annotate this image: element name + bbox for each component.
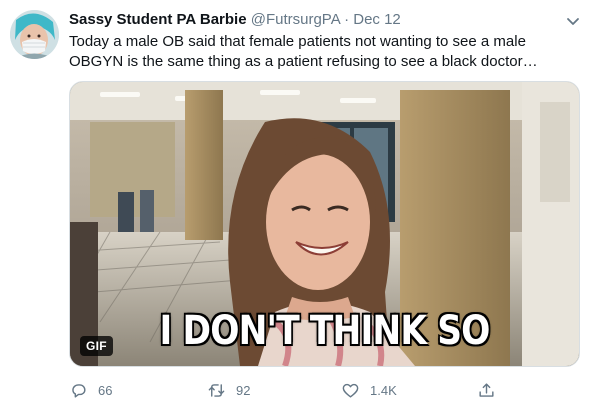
reply-icon	[72, 383, 86, 398]
like-button[interactable]: 1.4K	[341, 378, 397, 402]
user-handle[interactable]: @FutrsurgPA	[251, 11, 340, 28]
gif-badge: GIF	[80, 336, 113, 356]
retweet-icon	[208, 383, 225, 397]
display-name[interactable]: Sassy Student PA Barbie	[69, 11, 247, 28]
reply-count: 66	[98, 382, 113, 398]
reply-button[interactable]: 66	[69, 378, 112, 402]
tweet-text: Today a male OB said that female patient…	[69, 33, 538, 70]
like-count: 1.4K	[370, 382, 397, 398]
retweet-button[interactable]: 92	[207, 378, 250, 402]
heart-icon	[342, 383, 359, 398]
share-icon	[479, 382, 494, 397]
tweet-date[interactable]: Dec 12	[353, 11, 401, 28]
share-button[interactable]	[477, 378, 506, 402]
avatar[interactable]	[10, 10, 59, 59]
tweet-actions: 66 92 1.4K	[69, 378, 579, 402]
chevron-down-icon[interactable]	[565, 13, 581, 29]
gif-caption: I DON'T THINK SO	[159, 308, 490, 354]
tweet-header: Sassy Student PA Barbie @FutrsurgPA · De…	[69, 10, 565, 30]
tweet[interactable]: Sassy Student PA Barbie @FutrsurgPA · De…	[0, 0, 595, 409]
gif-media[interactable]: I DON'T THINK SO GIF	[69, 81, 580, 367]
separator-dot: ·	[344, 11, 350, 28]
retweet-count: 92	[236, 382, 251, 398]
